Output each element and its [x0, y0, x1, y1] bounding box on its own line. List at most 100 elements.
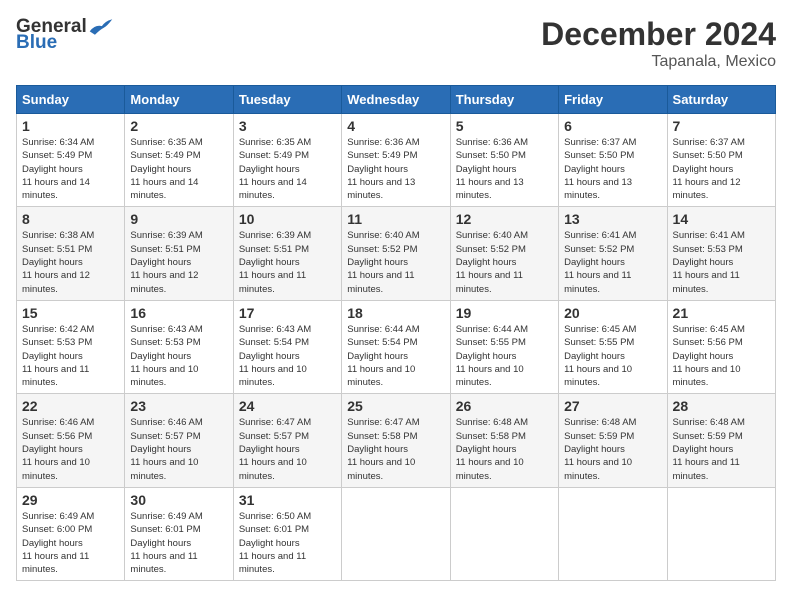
day-info: Sunrise: 6:44 AM Sunset: 5:55 PM Dayligh…: [456, 323, 553, 389]
day-number: 27: [564, 398, 661, 414]
calendar-week-4: 22 Sunrise: 6:46 AM Sunset: 5:56 PM Dayl…: [17, 394, 776, 487]
calendar-cell: 31 Sunrise: 6:50 AM Sunset: 6:01 PM Dayl…: [233, 487, 341, 580]
day-info: Sunrise: 6:34 AM Sunset: 5:49 PM Dayligh…: [22, 136, 119, 202]
day-info: Sunrise: 6:36 AM Sunset: 5:50 PM Dayligh…: [456, 136, 553, 202]
calendar-cell: 22 Sunrise: 6:46 AM Sunset: 5:56 PM Dayl…: [17, 394, 125, 487]
day-info: Sunrise: 6:44 AM Sunset: 5:54 PM Dayligh…: [347, 323, 444, 389]
calendar-cell: 17 Sunrise: 6:43 AM Sunset: 5:54 PM Dayl…: [233, 300, 341, 393]
day-number: 10: [239, 211, 336, 227]
day-info: Sunrise: 6:48 AM Sunset: 5:58 PM Dayligh…: [456, 416, 553, 482]
day-number: 6: [564, 118, 661, 134]
calendar-cell: 8 Sunrise: 6:38 AM Sunset: 5:51 PM Dayli…: [17, 207, 125, 300]
header-friday: Friday: [559, 86, 667, 114]
day-number: 12: [456, 211, 553, 227]
day-number: 3: [239, 118, 336, 134]
day-info: Sunrise: 6:48 AM Sunset: 5:59 PM Dayligh…: [564, 416, 661, 482]
day-info: Sunrise: 6:49 AM Sunset: 6:00 PM Dayligh…: [22, 510, 119, 576]
day-info: Sunrise: 6:40 AM Sunset: 5:52 PM Dayligh…: [456, 229, 553, 295]
day-info: Sunrise: 6:37 AM Sunset: 5:50 PM Dayligh…: [564, 136, 661, 202]
calendar-cell: 21 Sunrise: 6:45 AM Sunset: 5:56 PM Dayl…: [667, 300, 775, 393]
day-info: Sunrise: 6:35 AM Sunset: 5:49 PM Dayligh…: [130, 136, 227, 202]
day-info: Sunrise: 6:35 AM Sunset: 5:49 PM Dayligh…: [239, 136, 336, 202]
day-info: Sunrise: 6:36 AM Sunset: 5:49 PM Dayligh…: [347, 136, 444, 202]
calendar-cell: 23 Sunrise: 6:46 AM Sunset: 5:57 PM Dayl…: [125, 394, 233, 487]
day-number: 30: [130, 492, 227, 508]
day-number: 16: [130, 305, 227, 321]
logo-blue-text: Blue: [16, 32, 57, 54]
day-info: Sunrise: 6:43 AM Sunset: 5:54 PM Dayligh…: [239, 323, 336, 389]
day-info: Sunrise: 6:41 AM Sunset: 5:53 PM Dayligh…: [673, 229, 770, 295]
calendar-cell: 25 Sunrise: 6:47 AM Sunset: 5:58 PM Dayl…: [342, 394, 450, 487]
calendar-cell: 24 Sunrise: 6:47 AM Sunset: 5:57 PM Dayl…: [233, 394, 341, 487]
calendar-cell: [450, 487, 558, 580]
calendar-week-3: 15 Sunrise: 6:42 AM Sunset: 5:53 PM Dayl…: [17, 300, 776, 393]
header-sunday: Sunday: [17, 86, 125, 114]
calendar-header-row: Sunday Monday Tuesday Wednesday Thursday…: [17, 86, 776, 114]
day-number: 28: [673, 398, 770, 414]
page-header: General General Blue December 2024 Tapan…: [16, 16, 776, 71]
day-info: Sunrise: 6:48 AM Sunset: 5:59 PM Dayligh…: [673, 416, 770, 482]
day-number: 7: [673, 118, 770, 134]
calendar-cell: 9 Sunrise: 6:39 AM Sunset: 5:51 PM Dayli…: [125, 207, 233, 300]
calendar-cell: 1 Sunrise: 6:34 AM Sunset: 5:49 PM Dayli…: [17, 114, 125, 207]
day-info: Sunrise: 6:38 AM Sunset: 5:51 PM Dayligh…: [22, 229, 119, 295]
calendar-cell: 4 Sunrise: 6:36 AM Sunset: 5:49 PM Dayli…: [342, 114, 450, 207]
logo-blue-bird-icon: [88, 17, 114, 37]
day-number: 1: [22, 118, 119, 134]
calendar-cell: 30 Sunrise: 6:49 AM Sunset: 6:01 PM Dayl…: [125, 487, 233, 580]
calendar-cell: 18 Sunrise: 6:44 AM Sunset: 5:54 PM Dayl…: [342, 300, 450, 393]
calendar-cell: 7 Sunrise: 6:37 AM Sunset: 5:50 PM Dayli…: [667, 114, 775, 207]
calendar-cell: 3 Sunrise: 6:35 AM Sunset: 5:49 PM Dayli…: [233, 114, 341, 207]
day-info: Sunrise: 6:45 AM Sunset: 5:56 PM Dayligh…: [673, 323, 770, 389]
header-tuesday: Tuesday: [233, 86, 341, 114]
calendar-cell: [667, 487, 775, 580]
day-info: Sunrise: 6:39 AM Sunset: 5:51 PM Dayligh…: [130, 229, 227, 295]
day-info: Sunrise: 6:46 AM Sunset: 5:57 PM Dayligh…: [130, 416, 227, 482]
day-info: Sunrise: 6:45 AM Sunset: 5:55 PM Dayligh…: [564, 323, 661, 389]
day-number: 18: [347, 305, 444, 321]
day-number: 9: [130, 211, 227, 227]
header-thursday: Thursday: [450, 86, 558, 114]
day-number: 17: [239, 305, 336, 321]
calendar-cell: 5 Sunrise: 6:36 AM Sunset: 5:50 PM Dayli…: [450, 114, 558, 207]
calendar-cell: 6 Sunrise: 6:37 AM Sunset: 5:50 PM Dayli…: [559, 114, 667, 207]
day-info: Sunrise: 6:47 AM Sunset: 5:58 PM Dayligh…: [347, 416, 444, 482]
day-number: 24: [239, 398, 336, 414]
day-number: 4: [347, 118, 444, 134]
day-info: Sunrise: 6:42 AM Sunset: 5:53 PM Dayligh…: [22, 323, 119, 389]
calendar-week-1: 1 Sunrise: 6:34 AM Sunset: 5:49 PM Dayli…: [17, 114, 776, 207]
day-number: 14: [673, 211, 770, 227]
calendar-cell: 29 Sunrise: 6:49 AM Sunset: 6:00 PM Dayl…: [17, 487, 125, 580]
calendar-cell: 12 Sunrise: 6:40 AM Sunset: 5:52 PM Dayl…: [450, 207, 558, 300]
day-number: 19: [456, 305, 553, 321]
calendar-cell: 28 Sunrise: 6:48 AM Sunset: 5:59 PM Dayl…: [667, 394, 775, 487]
calendar-cell: [342, 487, 450, 580]
title-section: December 2024 Tapanala, Mexico: [541, 16, 776, 71]
calendar-cell: 13 Sunrise: 6:41 AM Sunset: 5:52 PM Dayl…: [559, 207, 667, 300]
calendar-cell: 15 Sunrise: 6:42 AM Sunset: 5:53 PM Dayl…: [17, 300, 125, 393]
day-number: 26: [456, 398, 553, 414]
day-number: 8: [22, 211, 119, 227]
day-number: 20: [564, 305, 661, 321]
calendar-cell: 20 Sunrise: 6:45 AM Sunset: 5:55 PM Dayl…: [559, 300, 667, 393]
calendar-week-5: 29 Sunrise: 6:49 AM Sunset: 6:00 PM Dayl…: [17, 487, 776, 580]
day-info: Sunrise: 6:49 AM Sunset: 6:01 PM Dayligh…: [130, 510, 227, 576]
calendar-cell: 10 Sunrise: 6:39 AM Sunset: 5:51 PM Dayl…: [233, 207, 341, 300]
location-title: Tapanala, Mexico: [541, 53, 776, 71]
day-number: 13: [564, 211, 661, 227]
day-info: Sunrise: 6:46 AM Sunset: 5:56 PM Dayligh…: [22, 416, 119, 482]
day-number: 31: [239, 492, 336, 508]
calendar-cell: [559, 487, 667, 580]
day-info: Sunrise: 6:47 AM Sunset: 5:57 PM Dayligh…: [239, 416, 336, 482]
day-number: 21: [673, 305, 770, 321]
day-number: 22: [22, 398, 119, 414]
calendar-cell: 26 Sunrise: 6:48 AM Sunset: 5:58 PM Dayl…: [450, 394, 558, 487]
day-info: Sunrise: 6:41 AM Sunset: 5:52 PM Dayligh…: [564, 229, 661, 295]
day-number: 5: [456, 118, 553, 134]
day-number: 25: [347, 398, 444, 414]
calendar-week-2: 8 Sunrise: 6:38 AM Sunset: 5:51 PM Dayli…: [17, 207, 776, 300]
calendar-cell: 19 Sunrise: 6:44 AM Sunset: 5:55 PM Dayl…: [450, 300, 558, 393]
day-number: 23: [130, 398, 227, 414]
header-monday: Monday: [125, 86, 233, 114]
day-number: 29: [22, 492, 119, 508]
